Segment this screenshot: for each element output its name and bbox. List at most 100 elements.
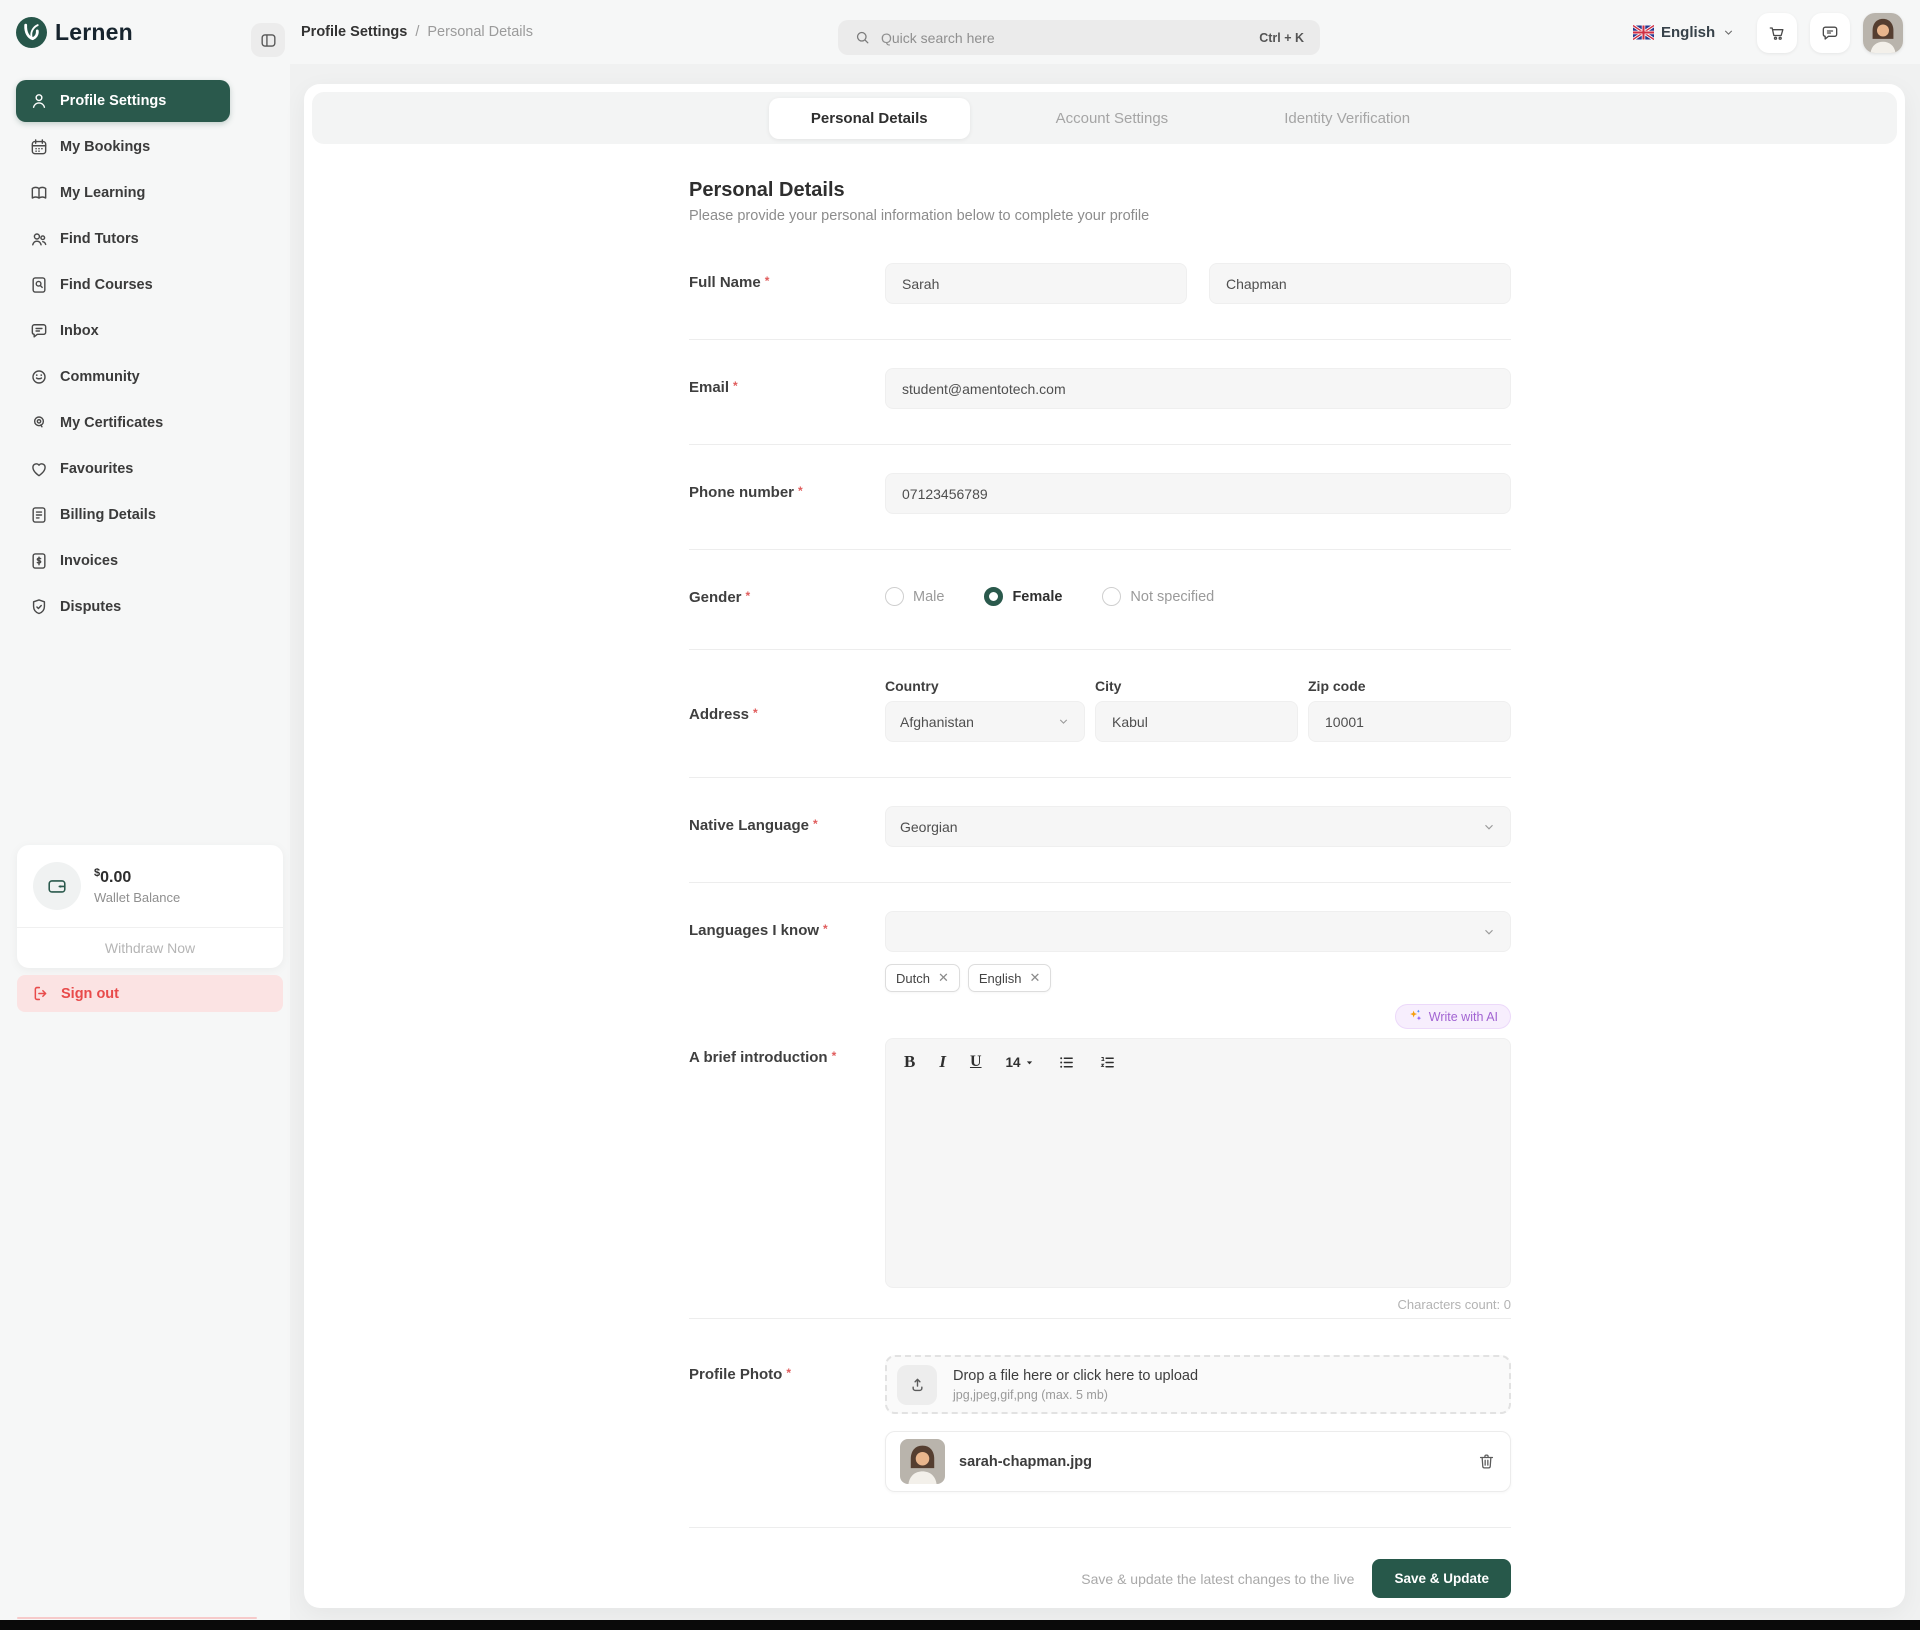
tab-personal-details[interactable]: Personal Details bbox=[768, 97, 970, 139]
language-label: English bbox=[1661, 23, 1716, 41]
sidebar-item-community[interactable]: Community bbox=[16, 356, 230, 398]
introduction-editor[interactable]: B I U 14 bbox=[885, 1038, 1511, 1288]
uploaded-file-row: sarah-chapman.jpg bbox=[885, 1431, 1511, 1492]
topbar: Lernen Profile Settings / Personal Detai… bbox=[0, 0, 1920, 64]
underline-button[interactable]: U bbox=[970, 1053, 982, 1071]
language-selector[interactable]: English bbox=[1633, 0, 1735, 64]
delete-file-button[interactable] bbox=[1477, 1452, 1496, 1471]
language-chip-english: English ✕ bbox=[967, 964, 1052, 992]
photo-dropzone[interactable]: Drop a file here or click here to upload… bbox=[885, 1355, 1511, 1414]
required-asterisk: * bbox=[764, 274, 770, 288]
city-field[interactable] bbox=[1095, 701, 1298, 742]
language-chips: Dutch ✕ English ✕ bbox=[885, 964, 1511, 992]
italic-button[interactable]: I bbox=[939, 1052, 946, 1072]
tab-strip: Personal Details Account Settings Identi… bbox=[312, 92, 1897, 144]
last-name-field[interactable] bbox=[1209, 263, 1511, 304]
row-divider bbox=[689, 1318, 1511, 1319]
sidebar-item-billing-details[interactable]: Billing Details bbox=[16, 494, 230, 536]
quick-search[interactable]: Ctrl + K bbox=[838, 20, 1320, 55]
search-icon bbox=[856, 31, 869, 44]
chip-label: English bbox=[978, 970, 1022, 986]
phone-label: Phone number * bbox=[689, 484, 803, 501]
save-hint-text: Save & update the latest changes to the … bbox=[1081, 1570, 1355, 1587]
email-field[interactable] bbox=[885, 368, 1511, 409]
tab-account-settings[interactable]: Account Settings bbox=[1026, 98, 1199, 139]
city-label: City bbox=[1095, 678, 1122, 694]
gender-option-male[interactable]: Male bbox=[885, 587, 944, 606]
zip-code-field[interactable] bbox=[1308, 701, 1511, 742]
country-value: Afghanistan bbox=[900, 713, 974, 730]
tab-identity-verification[interactable]: Identity Verification bbox=[1254, 98, 1440, 139]
full-name-label: Full Name * bbox=[689, 274, 770, 291]
language-chip-dutch: Dutch ✕ bbox=[885, 964, 960, 992]
sparkle-icon bbox=[1409, 1009, 1421, 1021]
write-with-ai-label: Write with AI bbox=[1428, 1009, 1498, 1024]
certificate-icon bbox=[33, 416, 45, 428]
sidebar-item-find-courses[interactable]: Find Courses bbox=[16, 264, 230, 306]
sidebar-item-disputes[interactable]: Disputes bbox=[16, 586, 230, 628]
user-avatar[interactable] bbox=[1863, 13, 1903, 53]
radio-unselected-icon[interactable] bbox=[1102, 587, 1122, 606]
languages-select[interactable] bbox=[885, 911, 1511, 952]
sidebar-item-label: Find Courses bbox=[60, 277, 153, 293]
sidebar-item-label: Invoices bbox=[60, 553, 119, 569]
withdraw-now-button[interactable]: Withdraw Now bbox=[17, 927, 283, 968]
gender-option-female[interactable]: Female bbox=[984, 587, 1062, 606]
file-name: sarah-chapman.jpg bbox=[959, 1453, 1092, 1470]
sidebar-item-find-tutors[interactable]: Find Tutors bbox=[16, 218, 230, 260]
write-with-ai-button[interactable]: Write with AI bbox=[1394, 1004, 1511, 1029]
sidebar-item-my-bookings[interactable]: My Bookings bbox=[16, 126, 230, 168]
row-divider bbox=[689, 777, 1511, 778]
first-name-field[interactable] bbox=[885, 263, 1187, 304]
form-footer: Save & update the latest changes to the … bbox=[689, 1559, 1511, 1598]
required-asterisk: * bbox=[798, 484, 803, 498]
sidebar-item-my-learning[interactable]: My Learning bbox=[16, 172, 230, 214]
radio-selected-icon[interactable] bbox=[984, 587, 1004, 606]
messages-button[interactable] bbox=[1810, 13, 1850, 53]
sidebar-item-label: Find Tutors bbox=[60, 231, 139, 247]
characters-count: Characters count: 0 bbox=[1397, 1297, 1511, 1312]
sidebar-item-profile-settings[interactable]: Profile Settings bbox=[16, 80, 230, 122]
search-input[interactable] bbox=[881, 29, 1250, 46]
native-language-select[interactable]: Georgian bbox=[885, 806, 1511, 847]
bottom-black-strip bbox=[0, 1620, 1920, 1630]
sidebar-item-invoices[interactable]: Invoices bbox=[16, 540, 230, 582]
required-asterisk: * bbox=[823, 922, 828, 936]
dropzone-hint: jpg,jpeg,gif,png (max. 5 mb) bbox=[953, 1387, 1108, 1402]
brand-logo[interactable]: Lernen bbox=[16, 17, 133, 48]
bold-button[interactable]: B bbox=[904, 1052, 915, 1072]
languages-label: Languages I know * bbox=[689, 922, 828, 939]
sidebar-item-label: My Bookings bbox=[60, 139, 151, 155]
gender-label: Gender * bbox=[689, 589, 751, 606]
required-asterisk: * bbox=[813, 817, 818, 831]
save-update-button[interactable]: Save & Update bbox=[1372, 1559, 1511, 1598]
breadcrumb-root[interactable]: Profile Settings bbox=[301, 24, 407, 40]
sidebar-item-my-certificates[interactable]: My Certificates bbox=[16, 402, 230, 444]
profile-photo-label: Profile Photo * bbox=[689, 1366, 792, 1383]
sidebar-item-inbox[interactable]: Inbox bbox=[16, 310, 230, 352]
gender-option-label: Male bbox=[913, 588, 945, 605]
sidebar-item-label: My Learning bbox=[60, 185, 146, 201]
invoice-icon bbox=[32, 553, 46, 569]
chip-remove-icon[interactable]: ✕ bbox=[938, 970, 949, 986]
chip-label: Dutch bbox=[896, 970, 930, 986]
cart-button[interactable] bbox=[1757, 13, 1797, 53]
community-icon bbox=[32, 370, 46, 384]
country-select[interactable]: Afghanistan bbox=[885, 701, 1085, 742]
page-subtitle: Please provide your personal information… bbox=[689, 208, 1150, 224]
numbered-list-icon[interactable] bbox=[1099, 1054, 1116, 1071]
chip-remove-icon[interactable]: ✕ bbox=[1030, 970, 1041, 986]
gender-option-not-specified[interactable]: Not specified bbox=[1102, 587, 1214, 606]
required-asterisk: * bbox=[786, 1366, 792, 1380]
address-label: Address * bbox=[689, 706, 758, 723]
bullet-list-icon[interactable] bbox=[1058, 1054, 1075, 1071]
sign-out-button[interactable]: Sign out bbox=[17, 975, 283, 1012]
chevron-down-icon bbox=[1485, 929, 1493, 935]
introduction-label: A brief introduction * bbox=[689, 1049, 837, 1066]
font-size-dropdown[interactable]: 14 bbox=[1006, 1055, 1034, 1070]
radio-unselected-icon[interactable] bbox=[885, 587, 904, 606]
phone-field[interactable] bbox=[885, 473, 1511, 514]
sidebar-item-favourites[interactable]: Favourites bbox=[16, 448, 230, 490]
sidebar-item-label: Inbox bbox=[60, 323, 99, 339]
sidebar-toggle-button[interactable] bbox=[251, 23, 285, 57]
